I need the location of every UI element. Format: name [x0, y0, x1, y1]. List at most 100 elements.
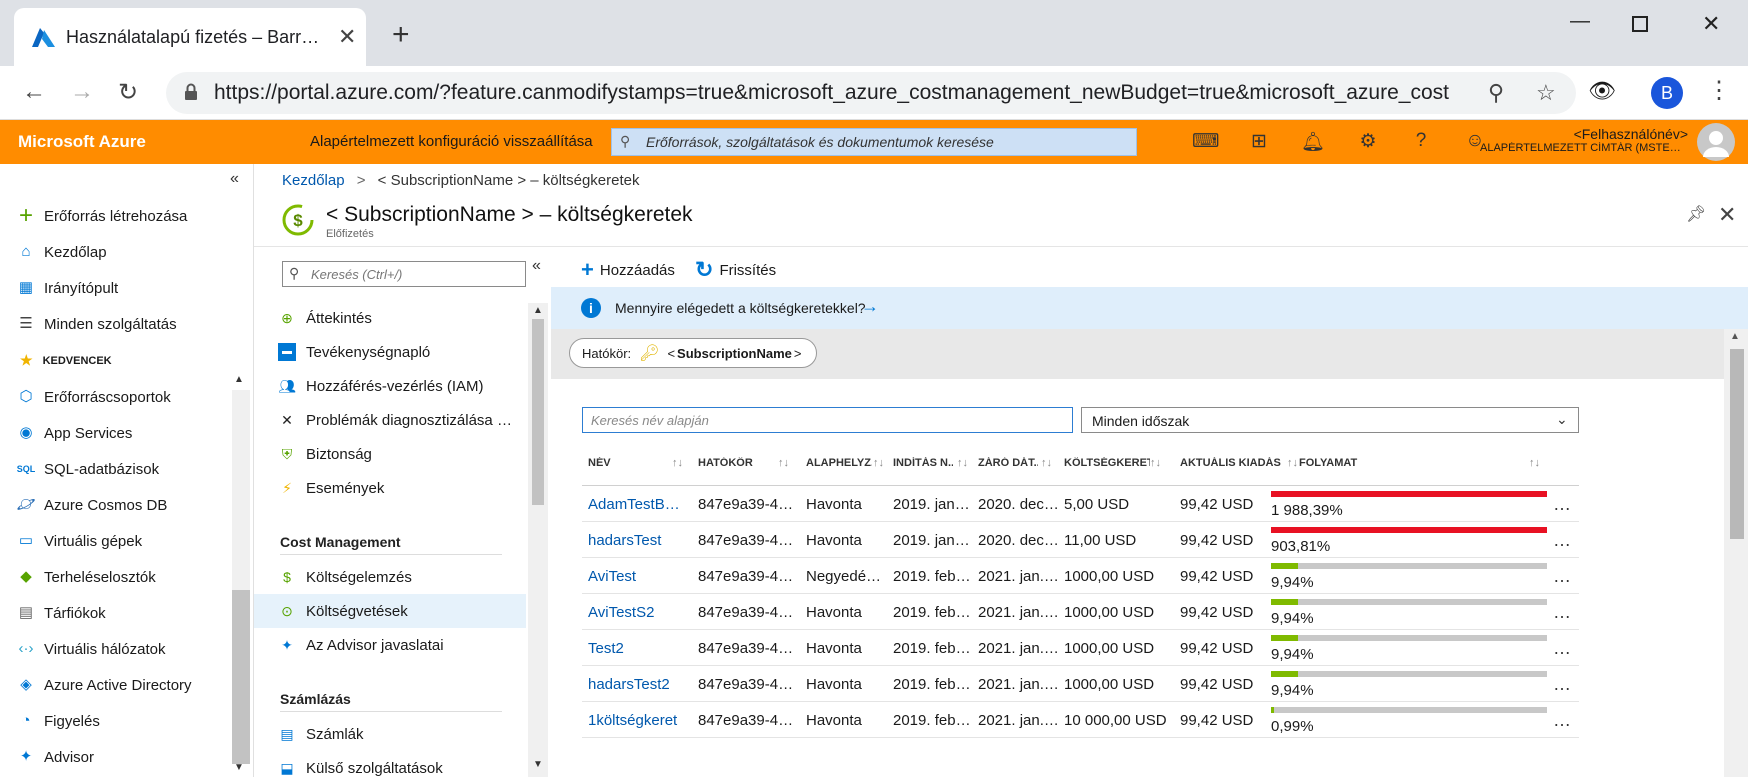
content-scroll-thumb[interactable] — [1730, 349, 1744, 539]
nav-virtual-machines[interactable]: ▭ Virtuális gépek — [16, 529, 228, 553]
sort-icon[interactable]: ↑↓ — [672, 457, 683, 469]
column-header-progress[interactable]: FOLYAMAT — [1299, 457, 1379, 469]
help-icon[interactable]: ? — [1408, 130, 1434, 156]
notifications-bell-icon[interactable]: 🔔︎ — [1300, 130, 1326, 156]
settings-gear-icon[interactable]: ⚙ — [1355, 130, 1381, 156]
breadcrumb-home-link[interactable]: Kezdőlap — [282, 172, 345, 189]
sort-icon[interactable]: ↑↓ — [778, 457, 789, 469]
back-icon[interactable]: ← — [22, 78, 46, 106]
refresh-button[interactable]: ↻ Frissítés — [695, 257, 776, 283]
nav-sql-databases[interactable]: SQL SQL-adatbázisok — [16, 457, 228, 481]
sort-icon[interactable]: ↑↓ — [1150, 457, 1161, 469]
menu-item-invoices[interactable]: ▤ Számlák — [254, 717, 526, 751]
column-header-spend[interactable]: AKTUÁLIS KIADÁS — [1180, 457, 1290, 469]
collapse-nav-icon[interactable]: « — [230, 170, 239, 188]
budget-name-link[interactable]: AdamTestBudget — [588, 496, 688, 513]
column-header-scope[interactable]: HATÓKÖR — [698, 457, 778, 469]
row-more-icon[interactable]: … — [1553, 674, 1571, 695]
menu-item-diagnose[interactable]: ✕ Problémák diagnosztizálása és... — [254, 403, 526, 437]
forward-icon[interactable]: → — [70, 78, 94, 106]
budget-name-link[interactable]: AviTestS2 — [588, 604, 688, 621]
pin-icon[interactable]: 📌︎ — [1686, 204, 1706, 224]
brand-title[interactable]: Microsoft Azure — [18, 132, 146, 152]
scroll-up-icon[interactable]: ▲ — [533, 305, 543, 316]
directory-filter-icon[interactable]: ⊞ — [1246, 130, 1272, 156]
nav-monitor[interactable]: ◔ Figyelés — [16, 709, 228, 733]
close-blade-icon[interactable]: ✕ — [1718, 202, 1736, 228]
nav-create-resource[interactable]: + Erőforrás létrehozása — [16, 204, 228, 228]
menu-item-cost-analysis[interactable]: $ Költségelemzés — [254, 560, 526, 594]
table-row[interactable]: Test2 847e9a39-4c9... Havonta 2019. feb. 1.… — [582, 630, 1579, 666]
column-header-start[interactable]: INDÍTÁS N... — [893, 457, 953, 469]
nav-advisor[interactable]: ✦ Advisor — [16, 745, 228, 769]
budget-name-link[interactable]: 1költségkeret — [588, 712, 688, 729]
name-search-input[interactable]: Keresés név alapján — [582, 407, 1073, 433]
add-button[interactable]: + Hozzáadás — [581, 257, 675, 283]
sort-icon[interactable]: ↑↓ — [957, 457, 968, 469]
nav-virtual-networks[interactable]: ‹·› Virtuális hálózatok — [16, 637, 228, 661]
tab-close-icon[interactable]: ✕ — [338, 24, 356, 50]
minimize-icon[interactable]: — — [1570, 10, 1590, 33]
menu-item-budgets[interactable]: ⊙ Költségvetések — [254, 594, 526, 628]
sort-icon[interactable]: ↑↓ — [1041, 457, 1052, 469]
sort-icon[interactable]: ↑↓ — [1287, 457, 1298, 469]
reader-eye-icon[interactable]: 👁 — [1588, 78, 1616, 104]
table-row[interactable]: hadarsTest 847e9a39-4c9... Havonta 2019. ja… — [582, 522, 1579, 558]
sort-icon[interactable]: ↑↓ — [1529, 457, 1540, 469]
menu-scroll-thumb[interactable] — [532, 319, 544, 505]
window-close-icon[interactable]: ✕ — [1702, 11, 1720, 37]
menu-item-events[interactable]: ⚡︎ Események — [254, 471, 526, 505]
row-more-icon[interactable]: … — [1553, 638, 1571, 659]
nav-scroll-thumb[interactable] — [232, 590, 250, 764]
reset-config-link[interactable]: Alapértelmezett konfiguráció visszaállít… — [310, 133, 593, 150]
nav-all-services[interactable]: ☰ Minden szolgáltatás — [16, 312, 228, 336]
row-more-icon[interactable]: … — [1553, 530, 1571, 551]
nav-load-balancers[interactable]: ◆ Terheléselosztók — [16, 565, 228, 589]
scroll-up-icon[interactable]: ▲ — [234, 374, 244, 385]
nav-storage-accounts[interactable]: ▤ Tárfiókok — [16, 601, 228, 625]
row-more-icon[interactable]: … — [1553, 494, 1571, 515]
browser-menu-icon[interactable]: ⋮ — [1707, 76, 1731, 105]
sort-icon[interactable]: ↑↓ — [873, 457, 884, 469]
maximize-icon[interactable] — [1632, 16, 1648, 32]
scope-selector[interactable]: Hatókör: 🔑︎ < SubscriptionName > — [569, 338, 817, 368]
global-search-input[interactable]: ⚲ Erőforrások, szolgáltatások és dokumen… — [611, 128, 1137, 156]
nav-dashboard[interactable]: ▦ Irányítópult — [16, 276, 228, 300]
column-header-budget[interactable]: KÖLTSÉGKERET — [1064, 457, 1150, 469]
nav-app-services[interactable]: ◉ App Services — [16, 421, 228, 445]
nav-cosmos-db[interactable]: 🪐︎ Azure Cosmos DB — [16, 493, 228, 517]
nav-azure-ad[interactable]: ◈ Azure Active Directory — [16, 673, 228, 697]
reload-icon[interactable]: ↻ — [118, 78, 138, 107]
row-more-icon[interactable]: … — [1553, 566, 1571, 587]
nav-home[interactable]: ⌂ Kezdőlap — [16, 240, 228, 264]
browser-tab[interactable]: Használatalapú fizetés – Barracuda ✕ — [14, 8, 366, 66]
menu-item-external-services[interactable]: ⬓ Külső szolgáltatások — [254, 751, 526, 777]
table-row[interactable]: AdamTestBudget 847e9a39-4c9... Havonta 2019… — [582, 486, 1579, 522]
arrow-right-icon[interactable]: → — [861, 296, 879, 317]
menu-item-security[interactable]: ⛨ Biztonság — [254, 437, 526, 471]
column-header-reset[interactable]: ALAPHELYZ... — [806, 457, 872, 469]
column-header-end[interactable]: ZÁRÓ DÁT... — [978, 457, 1038, 469]
table-row[interactable]: 1költségkeret 847e9a39-4c9... Havonta 2019.… — [582, 702, 1579, 738]
user-avatar[interactable] — [1697, 123, 1735, 161]
new-tab-icon[interactable]: + — [392, 20, 410, 50]
table-row[interactable]: AviTest 847e9a39-4c9... Negyedéves 2019. fe… — [582, 558, 1579, 594]
feedback-info-bar[interactable]: i Mennyire elégedett a költségkeretekkel… — [551, 287, 1748, 329]
period-dropdown[interactable]: Minden időszak ⌄ — [1081, 407, 1579, 433]
collapse-menu-icon[interactable]: « — [532, 257, 541, 275]
column-header-name[interactable]: NÉV — [588, 457, 658, 469]
cloud-shell-icon[interactable]: ⌨ — [1192, 130, 1219, 156]
table-row[interactable]: AviTestS2 847e9a39-4c9... Havonta 2019. feb… — [582, 594, 1579, 630]
budget-name-link[interactable]: hadarsTest2 — [588, 676, 688, 693]
menu-item-advisor[interactable]: ✦ Az Advisor javaslatai — [254, 628, 526, 662]
budget-name-link[interactable]: Test2 — [588, 640, 688, 657]
nav-resource-groups[interactable]: ⬡ Erőforráscsoportok — [16, 385, 228, 409]
menu-item-activity-log[interactable]: ▬ Tevékenységnapló — [254, 335, 526, 369]
nav-scrollbar[interactable]: ▲ ▼ — [230, 374, 250, 774]
resource-menu-search-input[interactable]: ⚲ Keresés (Ctrl+/) — [282, 261, 526, 287]
menu-scrollbar[interactable]: ▲ ▼ — [528, 303, 548, 777]
row-more-icon[interactable]: … — [1553, 710, 1571, 731]
menu-item-overview[interactable]: ⊕ Áttekintés — [254, 301, 526, 335]
scroll-down-icon[interactable]: ▼ — [234, 762, 244, 773]
budget-name-link[interactable]: AviTest — [588, 568, 688, 585]
